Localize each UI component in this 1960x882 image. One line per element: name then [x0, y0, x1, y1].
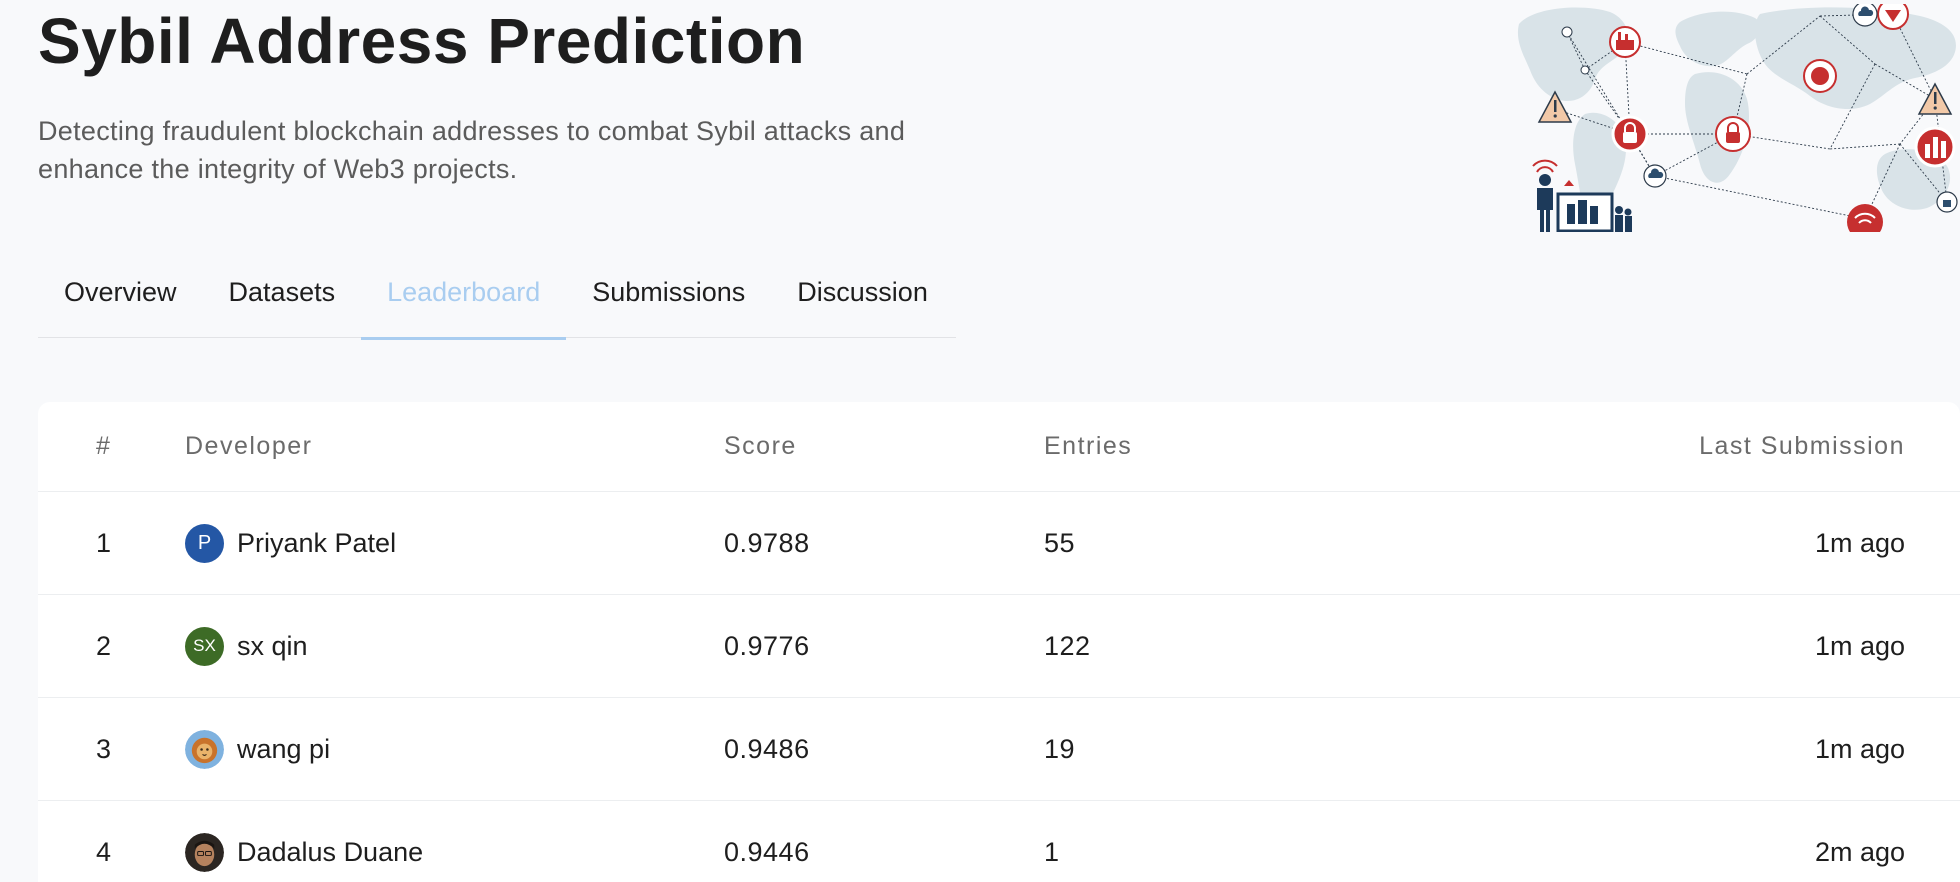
column-header-last-submission: Last Submission: [1699, 432, 1905, 460]
tab-bar: Overview Datasets Leaderboard Submission…: [38, 265, 956, 340]
page-title: Sybil Address Prediction: [38, 5, 806, 77]
competition-page: Sybil Address Prediction Detecting fraud…: [0, 0, 1960, 882]
column-header-developer: Developer: [185, 432, 313, 460]
developer-cell[interactable]: P Priyank Patel: [185, 492, 685, 594]
rank-cell: 3: [96, 733, 112, 764]
rank-cell: 2: [96, 630, 112, 661]
developer-name[interactable]: Priyank Patel: [237, 528, 396, 559]
developer-cell[interactable]: SX sx qin: [185, 595, 685, 697]
entries-cell: 122: [1044, 630, 1091, 661]
last-submission-cell: 1m ago: [1814, 527, 1905, 558]
rank-cell: 1: [96, 527, 112, 558]
lion-avatar-icon: [185, 729, 224, 769]
score-cell: 0.9776: [724, 630, 810, 661]
photo-avatar-icon: [185, 832, 224, 872]
tab-discussion[interactable]: Discussion: [771, 265, 954, 338]
score-cell: 0.9788: [724, 527, 810, 558]
score-cell: 0.9486: [724, 733, 810, 764]
developer-name[interactable]: Dadalus Duane: [237, 837, 423, 868]
table-row[interactable]: 1 P Priyank Patel 0.9788 55 1m ago: [38, 492, 1960, 595]
table-row[interactable]: 4 Dadalus Duane 0.9446 1 2m ago: [38, 801, 1960, 882]
avatar: SX: [185, 626, 224, 666]
developer-name[interactable]: sx qin: [237, 631, 308, 662]
last-submission-cell: 2m ago: [1814, 836, 1905, 867]
tab-overview[interactable]: Overview: [38, 265, 203, 338]
table-row[interactable]: 3 wang pi 0.9486 19 1m ago: [38, 698, 1960, 801]
tab-datasets[interactable]: Datasets: [203, 265, 362, 338]
table-header-row: # Developer Score Entries Last Submissio…: [38, 402, 1960, 492]
leaderboard-table: # Developer Score Entries Last Submissio…: [38, 402, 1960, 882]
column-header-rank: #: [96, 432, 112, 460]
hero-illustration: [1517, 4, 1958, 232]
rank-cell: 4: [96, 836, 112, 867]
entries-cell: 1: [1044, 836, 1060, 867]
avatar: P: [185, 523, 224, 563]
tab-submissions[interactable]: Submissions: [566, 265, 771, 338]
entries-cell: 55: [1044, 527, 1076, 558]
last-submission-cell: 1m ago: [1814, 733, 1905, 764]
page-description: Detecting fraudulent blockchain addresse…: [38, 116, 906, 184]
table-row[interactable]: 2 SX sx qin 0.9776 122 1m ago: [38, 595, 1960, 698]
developer-cell[interactable]: wang pi: [185, 698, 685, 800]
column-header-score: Score: [724, 432, 797, 460]
score-cell: 0.9446: [724, 836, 810, 867]
tab-leaderboard[interactable]: Leaderboard: [361, 265, 567, 340]
last-submission-cell: 1m ago: [1814, 630, 1905, 661]
column-header-entries: Entries: [1044, 432, 1133, 460]
entries-cell: 19: [1044, 733, 1076, 764]
developer-name[interactable]: wang pi: [237, 734, 330, 765]
developer-cell[interactable]: Dadalus Duane: [185, 801, 685, 882]
